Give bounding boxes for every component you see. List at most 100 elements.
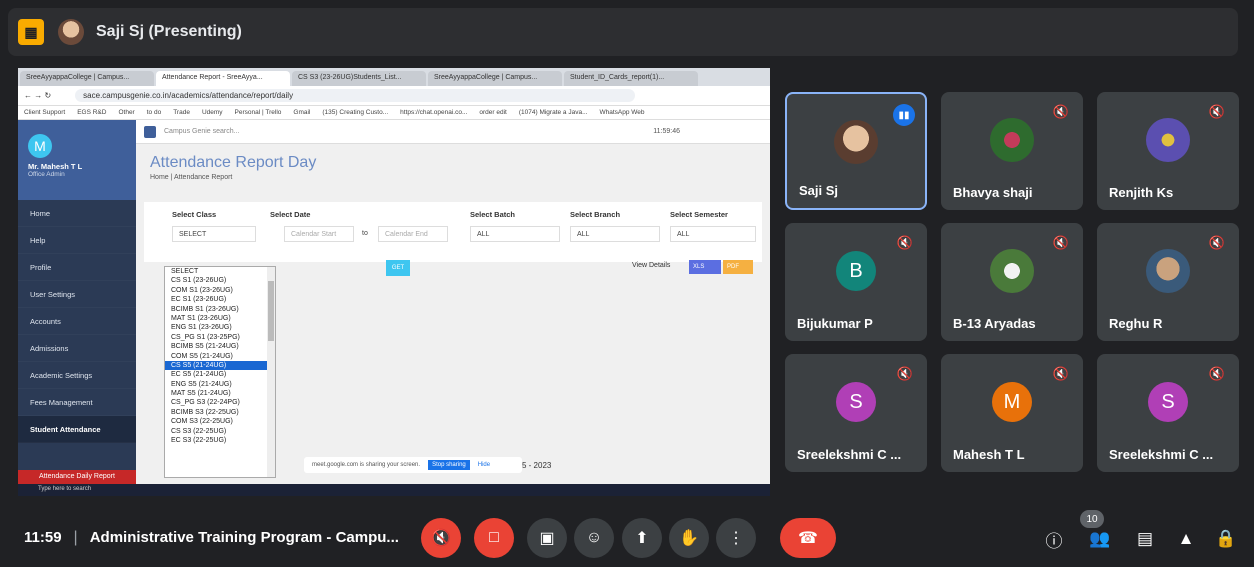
sidebar-item-admissions[interactable]: Admissions [18, 335, 136, 362]
info-icon: ⓘ [1045, 531, 1063, 551]
dropdown-option[interactable]: EC S3 (22-25UG) [165, 436, 275, 445]
bookmark[interactable]: Other [118, 109, 134, 116]
sidebar-item-profile[interactable]: Profile [18, 254, 136, 281]
dropdown-option[interactable]: EC S5 (21-24UG) [165, 370, 275, 379]
menu-toggle-icon[interactable] [144, 125, 156, 138]
browser-tab[interactable]: CS S3 (23-26UG)Students_List... [292, 71, 426, 86]
app-search-input[interactable]: Campus Genie search... [164, 128, 239, 135]
participant-avatar [1146, 118, 1190, 162]
mic-toggle-button[interactable]: 🔇 [421, 518, 461, 558]
dropdown-option[interactable]: BCIMB S3 (22-25UG) [165, 408, 275, 417]
taskbar-search[interactable]: Type here to search [38, 486, 91, 492]
dropdown-option[interactable]: CS S1 (23-26UG) [165, 276, 275, 285]
xls-button[interactable]: XLS [689, 260, 721, 274]
dropdown-scrollbar[interactable] [267, 267, 275, 477]
speaking-indicator-icon: ▮▮ [893, 104, 915, 126]
sidebar-item-academic-settings[interactable]: Academic Settings [18, 362, 136, 389]
forward-icon[interactable]: → [34, 91, 42, 100]
participant-tile[interactable]: 🔇 B Bijukumar P [785, 223, 927, 341]
dropdown-option[interactable]: MAT S5 (21-24UG) [165, 389, 275, 398]
dropdown-option[interactable]: COM S5 (21-24UG) [165, 352, 275, 361]
browser-tab-active[interactable]: Attendance Report - SreeAyya... [156, 71, 290, 86]
dropdown-option[interactable]: EC S1 (23-26UG) [165, 295, 275, 304]
bookmark[interactable]: Udemy [202, 109, 223, 116]
browser-tab[interactable]: SreeAyyappaCollege | Campus... [428, 71, 562, 86]
bookmark[interactable]: to do [147, 109, 161, 116]
sidebar-item-help[interactable]: Help [18, 227, 136, 254]
hide-link[interactable]: Hide [478, 462, 490, 468]
back-icon[interactable]: ← [24, 91, 32, 100]
sidebar-item-user-settings[interactable]: User Settings [18, 281, 136, 308]
dropdown-option[interactable]: BCIMB S5 (21-24UG) [165, 342, 275, 351]
host-controls-button[interactable]: 🔒 [1213, 526, 1239, 552]
scrollbar-thumb[interactable] [268, 281, 274, 341]
dropdown-option[interactable]: SELECT [165, 267, 275, 276]
bookmark[interactable]: https://chat.openai.co... [400, 109, 467, 116]
dropdown-option[interactable]: CS S3 (22-25UG) [165, 427, 275, 436]
participant-tile[interactable]: 🔇 S Sreelekshmi C ... [1097, 354, 1239, 472]
browser-tab[interactable]: Student_ID_Cards_report(1)... [564, 71, 698, 86]
raise-hand-button[interactable]: ✋ [669, 518, 709, 558]
present-button[interactable]: ⬆ [622, 518, 662, 558]
sidebar-item-student-attendance[interactable]: Student Attendance [18, 416, 136, 443]
semester-select[interactable]: ALL [670, 226, 756, 242]
user-role[interactable]: Office Admin [28, 171, 126, 178]
bookmark[interactable]: Gmail [293, 109, 310, 116]
dropdown-option-selected[interactable]: CS S5 (21-24UG) [165, 360, 275, 371]
get-button[interactable]: GET [386, 260, 410, 276]
dropdown-option[interactable]: CS_PG S1 (23-25PG) [165, 333, 275, 342]
dropdown-option[interactable]: MAT S1 (23-26UG) [165, 314, 275, 323]
bookmark[interactable]: EGS R&D [77, 109, 106, 116]
sidebar-item-accounts[interactable]: Accounts [18, 308, 136, 335]
sidebar-user-card: M Mr. Mahesh T L Office Admin [18, 120, 136, 200]
sidebar-item-home[interactable]: Home [18, 200, 136, 227]
chat-icon: ▤ [1136, 529, 1154, 548]
bookmark[interactable]: (135) Creating Custo... [322, 109, 388, 116]
bookmark[interactable]: order edit [479, 109, 506, 116]
share-notice-text: meet.google.com is sharing your screen. [312, 462, 421, 468]
browser-tab[interactable]: SreeAyyappaCollege | Campus... [20, 71, 154, 86]
activities-icon: ▲ [1177, 529, 1195, 548]
participant-tile[interactable]: 🔇 B-13 Aryadas [941, 223, 1083, 341]
participant-tile[interactable]: 🔇 Renjith Ks [1097, 92, 1239, 210]
bookmark[interactable]: Trade [173, 109, 190, 116]
class-select[interactable]: SELECT [172, 226, 256, 242]
bookmark[interactable]: Client Support [24, 109, 65, 116]
dropdown-option[interactable]: ENG S1 (23-26UG) [165, 323, 275, 332]
presentation-icon[interactable]: ▦ [18, 19, 44, 45]
bookmark[interactable]: Personal | Trello [235, 109, 282, 116]
dropdown-option[interactable]: COM S3 (22-25UG) [165, 417, 275, 426]
participant-tile[interactable]: 🔇 S Sreelekshmi C ... [785, 354, 927, 472]
dropdown-option[interactable]: ENG S5 (21-24UG) [165, 380, 275, 389]
dropdown-option[interactable]: CS_PG S3 (22-24PG) [165, 398, 275, 407]
participant-tile[interactable]: 🔇 Reghu R [1097, 223, 1239, 341]
batch-select[interactable]: ALL [470, 226, 560, 242]
chat-button[interactable]: ▤ [1132, 526, 1158, 552]
captions-button[interactable]: ▣ [527, 518, 567, 558]
class-dropdown-list[interactable]: SELECT CS S1 (23-26UG) COM S1 (23-26UG) … [164, 266, 276, 478]
people-button[interactable]: 👥 [1087, 526, 1113, 552]
calendar-end-input[interactable]: Calendar End [378, 226, 448, 242]
pdf-button[interactable]: PDF [723, 260, 753, 274]
activities-button[interactable]: ▲ [1173, 526, 1199, 552]
dropdown-option[interactable]: BCIMB S1 (23-26UG) [165, 305, 275, 314]
stop-sharing-button[interactable]: Stop sharing [428, 460, 470, 470]
branch-select[interactable]: ALL [570, 226, 660, 242]
camera-toggle-button[interactable]: □ [474, 518, 514, 558]
leave-call-button[interactable]: ☎ [780, 518, 836, 558]
view-details-checkbox[interactable]: View Details [632, 262, 670, 269]
meeting-info-button[interactable]: ⓘ [1041, 526, 1067, 552]
participant-tile[interactable]: 🔇 Bhavya shaji [941, 92, 1083, 210]
reload-icon[interactable]: ↻ [44, 91, 51, 100]
more-options-button[interactable]: ⋮ [716, 518, 756, 558]
calendar-start-input[interactable]: Calendar Start [284, 226, 354, 242]
sidebar-subitem-attendance-daily-report[interactable]: Attendance Daily Report [18, 470, 136, 484]
participant-tile[interactable]: ▮▮ Saji Sj [785, 92, 927, 210]
bookmark[interactable]: (1074) Migrate a Java... [519, 109, 588, 116]
url-field[interactable]: sace.campusgenie.co.in/academics/attenda… [75, 89, 636, 102]
dropdown-option[interactable]: COM S1 (23-26UG) [165, 286, 275, 295]
reactions-button[interactable]: ☺ [574, 518, 614, 558]
bookmark[interactable]: WhatsApp Web [600, 109, 645, 116]
sidebar-item-fees-management[interactable]: Fees Management [18, 389, 136, 416]
participant-tile[interactable]: 🔇 M Mahesh T L [941, 354, 1083, 472]
